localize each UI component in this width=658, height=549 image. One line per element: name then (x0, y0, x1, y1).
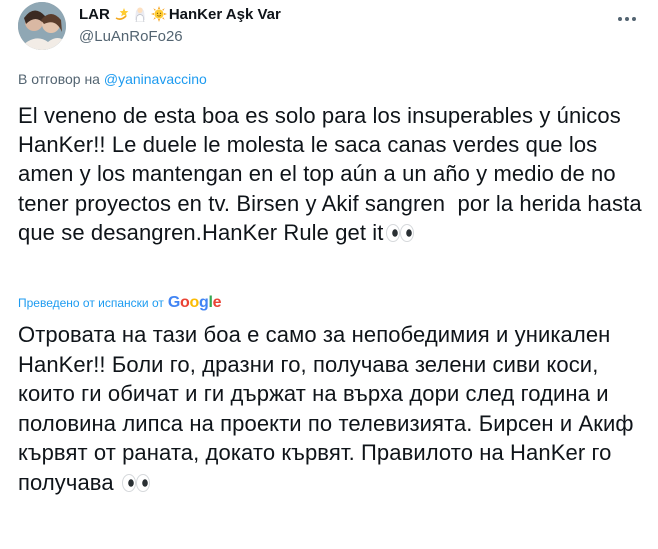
translation-label: Преведено от испански от (18, 296, 164, 310)
google-logo: Google (167, 294, 222, 311)
eyes-icon (385, 223, 414, 242)
tweet-card: LAR HanKer Aşk Var @LuAnRoFo26 В отговор… (0, 0, 658, 549)
tweet-body: El veneno de esta boa es solo para los i… (18, 103, 648, 245)
display-name[interactable]: LAR (79, 6, 110, 23)
translated-text: Отровата на тази боа е само за непобедим… (18, 320, 643, 497)
eyes-icon (121, 473, 150, 492)
translated-body: Отровата на тази боа е само за непобедим… (18, 322, 640, 495)
reply-mention-link[interactable]: @yaninavaccino (104, 71, 207, 87)
tweet-text: El veneno de esta boa es solo para los i… (18, 101, 643, 247)
reply-prefix: В отговор на (18, 71, 100, 87)
translation-notice[interactable]: Преведено от испански от Google (18, 294, 222, 312)
more-options-button[interactable] (610, 2, 644, 36)
display-name-suffix[interactable]: HanKer Aşk Var (169, 6, 281, 23)
author-name[interactable]: LAR HanKer Aşk Var (79, 3, 599, 25)
dizzy-star-icon (115, 8, 129, 20)
user-handle[interactable]: @LuAnRoFo26 (79, 28, 599, 45)
wedding-couple-icon (134, 7, 145, 22)
avatar[interactable] (18, 2, 66, 50)
more-dot-icon (618, 17, 622, 21)
sun-with-face-icon (150, 6, 167, 22)
tweet-header: LAR HanKer Aşk Var @LuAnRoFo26 (79, 3, 599, 46)
reply-context: В отговор на @yaninavaccino (18, 71, 207, 87)
more-dot-icon (625, 17, 629, 21)
more-dot-icon (632, 17, 636, 21)
